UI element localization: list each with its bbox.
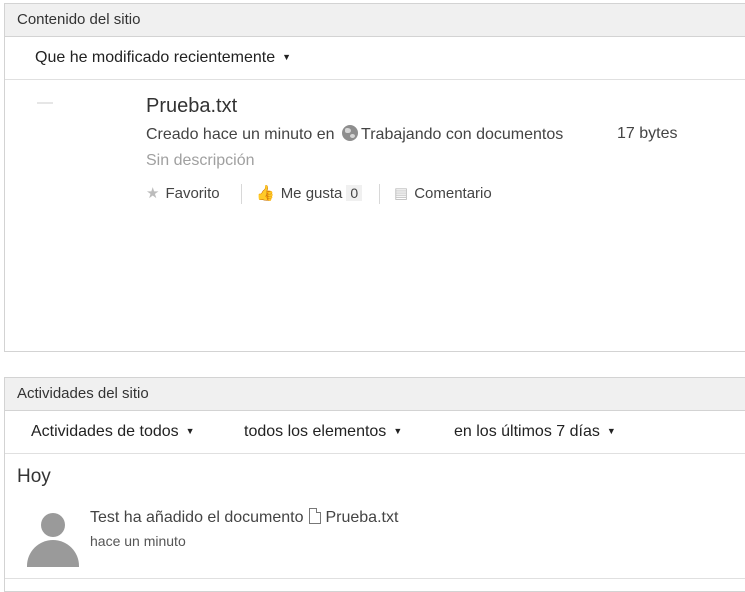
- activity-time: hace un minuto: [90, 533, 186, 549]
- comment-label: Comentario: [414, 185, 492, 202]
- document-meta: Creado hace un minuto en Trabajando con …: [146, 125, 563, 144]
- recent-filter-dropdown[interactable]: Que he modificado recientemente ▼: [35, 49, 291, 67]
- site-content-title: Contenido del sitio: [5, 4, 745, 37]
- site-activities-toolbar: Actividades de todos ▼ todos los elemento…: [5, 411, 745, 454]
- caret-down-icon: ▼: [185, 426, 195, 436]
- like-button[interactable]: 👍 Me gusta 0: [256, 184, 363, 202]
- divider: [379, 184, 380, 204]
- avatar-icon[interactable]: [27, 513, 79, 567]
- site-activities-dashlet: Actividades del sitio Actividades de tod…: [4, 377, 745, 592]
- like-count: 0: [346, 185, 363, 201]
- who-filter-dropdown[interactable]: Actividades de todos ▼: [31, 423, 195, 441]
- activity-item: Test ha añadido el documento Prueba.txt: [90, 508, 398, 527]
- created-text: Creado hace un minuto en: [146, 126, 335, 143]
- divider: [241, 184, 242, 204]
- caret-down-icon: ▼: [282, 52, 292, 62]
- activity-text: Test ha añadido el documento: [90, 509, 304, 526]
- when-filter-dropdown[interactable]: en los últimos 7 días ▼: [454, 423, 616, 441]
- divider: [5, 578, 745, 579]
- when-filter-label: en los últimos 7 días: [454, 423, 600, 440]
- activity-doc-link[interactable]: Prueba.txt: [325, 509, 398, 526]
- who-filter-label: Actividades de todos: [31, 423, 179, 440]
- document-description: Sin descripción: [146, 152, 255, 169]
- document-size: 17 bytes: [617, 125, 678, 142]
- site-content-toolbar: Que he modificado recientemente ▼: [5, 37, 745, 80]
- star-icon: ★: [146, 185, 160, 202]
- what-filter-dropdown[interactable]: todos los elementos ▼: [244, 423, 402, 441]
- file-icon: [309, 508, 322, 524]
- caret-down-icon: ▼: [606, 426, 616, 436]
- site-content-dashlet: Contenido del sitio Que he modificado re…: [4, 3, 745, 352]
- caret-down-icon: ▼: [393, 426, 403, 436]
- what-filter-label: todos los elementos: [244, 423, 387, 440]
- recent-filter-label: Que he modificado recientemente: [35, 49, 276, 66]
- activity-group-label: Hoy: [17, 466, 51, 487]
- site-activities-title: Actividades del sitio: [5, 378, 745, 411]
- favorite-button[interactable]: ★ Favorito: [146, 184, 220, 202]
- comment-button[interactable]: ▤ Comentario: [394, 184, 492, 202]
- site-link[interactable]: Trabajando con documentos: [361, 126, 563, 143]
- avatar-head: [41, 513, 65, 537]
- document-thumbnail[interactable]: [37, 102, 53, 104]
- globe-icon: [342, 125, 359, 141]
- avatar-body: [27, 540, 79, 567]
- favorite-label: Favorito: [165, 185, 220, 202]
- like-label: Me gusta: [280, 185, 343, 202]
- document-name-link[interactable]: Prueba.txt: [146, 95, 237, 118]
- comment-icon: ▤: [394, 185, 409, 202]
- thumbs-up-icon: 👍: [256, 185, 275, 202]
